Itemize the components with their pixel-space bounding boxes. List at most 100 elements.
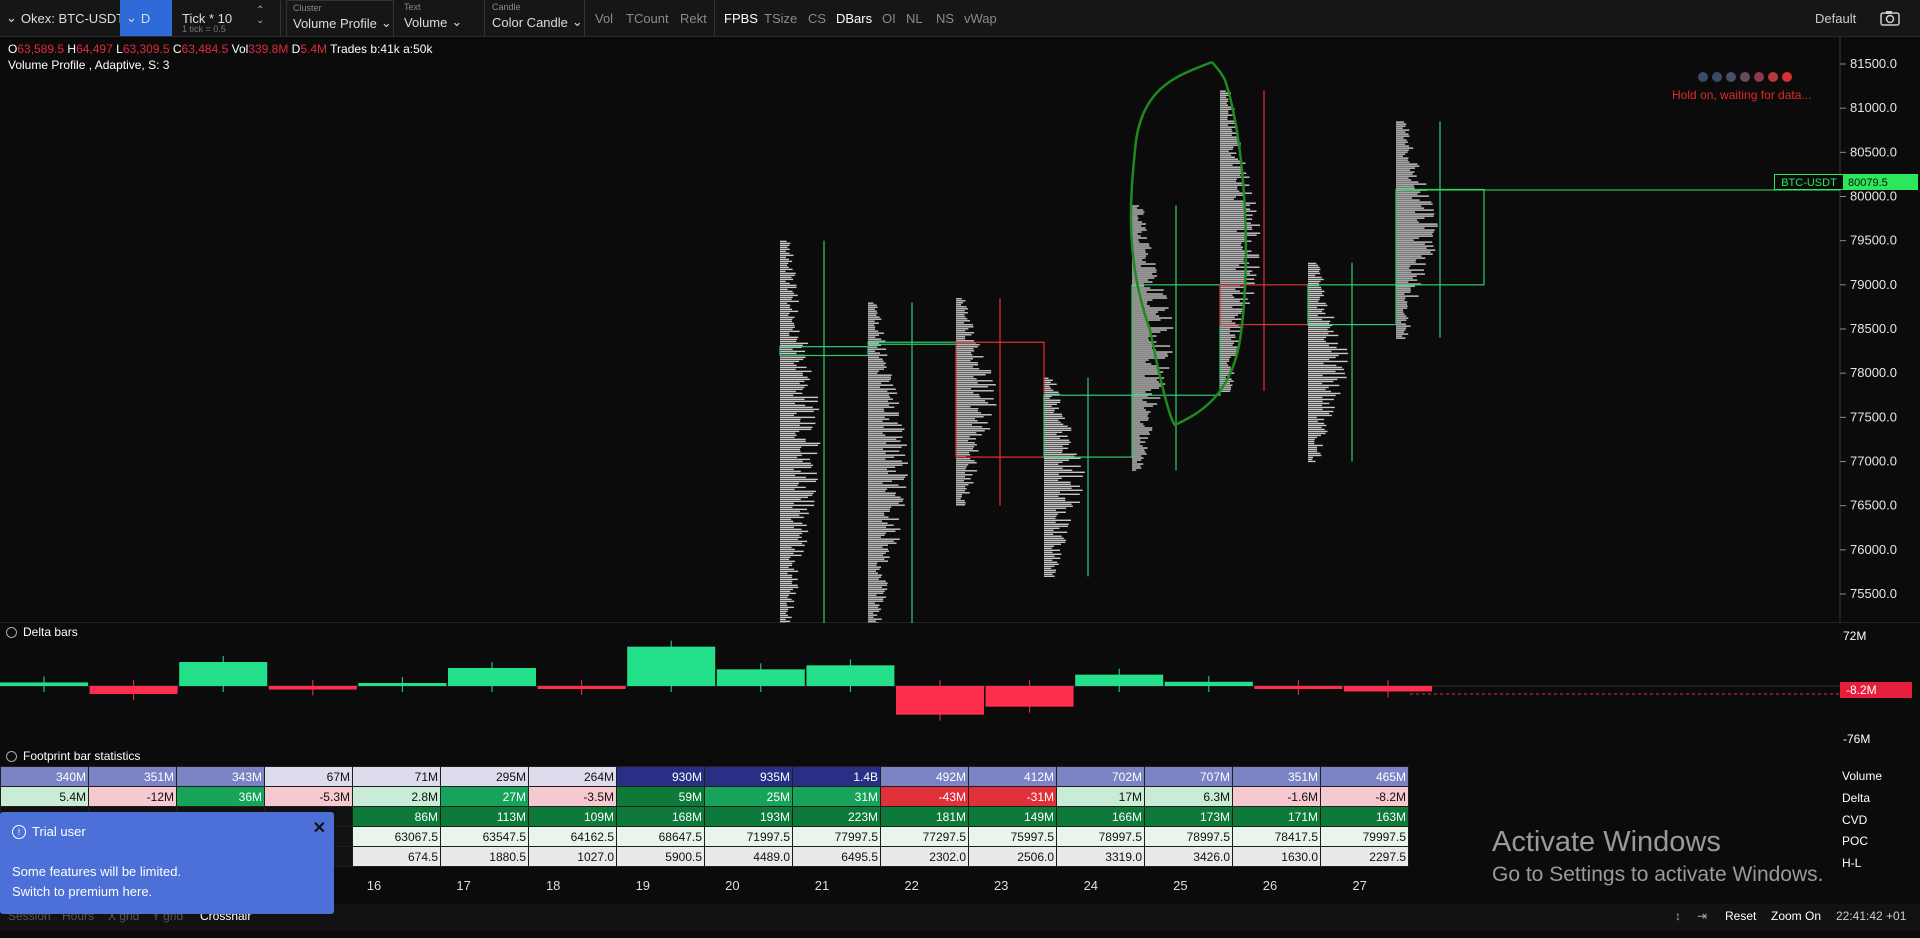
volume-profile-bar [780,598,792,601]
volume-profile-bar [1132,445,1143,447]
volume-profile-bar [780,620,791,623]
chevron-down-icon: ⌄ [380,15,392,30]
volume-profile-bar [1220,236,1245,238]
volume-profile-bar [1220,344,1233,346]
volume-profile-bar [1044,493,1080,495]
volume-profile-bar [1132,383,1166,385]
volume-profile-bar [956,390,994,392]
stats-pane-title[interactable]: Footprint bar statistics [6,749,140,763]
volume-profile-bar [956,412,982,414]
trial-line1: Some features will be limited. [12,864,182,879]
reset-button[interactable]: Reset [1725,909,1756,923]
low-label: L [116,42,123,56]
toggle-vol[interactable]: Vol [595,0,613,36]
volume-profile-bar [1308,386,1329,389]
volume-profile-bar [868,514,885,516]
volume-profile-bar [868,338,882,340]
stats-cell: 109M [528,806,617,827]
volume-profile-bar [1132,425,1145,427]
cluster-selector[interactable]: Cluster Volume Profile ⌄ [286,0,394,38]
volume-profile-bar [780,286,797,289]
volume-profile-bar [868,452,886,454]
date-label: 20 [725,878,740,893]
volume-profile-bar [1132,333,1152,335]
volume-profile-bar [1308,288,1322,291]
volume-profile-bar [1132,207,1137,209]
volume-profile-bar [1308,358,1330,361]
date-label: 17 [456,878,471,893]
volume-profile-bar [1396,237,1420,239]
volume-profile-bar [780,492,814,495]
toggle-tcount[interactable]: TCount [626,0,669,36]
volume-profile-bar [868,584,888,586]
stats-cell: 71M [352,766,441,787]
price-tag-value: 80079.5 [1848,177,1888,189]
text-selector[interactable]: Text Volume ⌄ [398,0,478,36]
toggle-nl[interactable]: NL [906,0,923,36]
volume-profile-bar [1220,176,1250,178]
volume-profile-bar [780,568,795,571]
volume-profile-bar [780,254,794,257]
volume-profile-bar [1044,539,1066,541]
volume-profile-bar [780,248,790,251]
volume-profile-bar [1308,388,1326,391]
gear-icon[interactable] [6,750,17,762]
indicator-info[interactable]: Volume Profile , Adaptive, S: 3 [8,58,169,72]
volume-profile-bar [1396,325,1411,327]
toggle-tsize[interactable]: TSize [764,0,797,36]
toggle-rekt[interactable]: Rekt [680,0,707,36]
volume-profile-bar [868,508,890,510]
toggle-dbars[interactable]: DBars [836,0,872,36]
windows-activation-watermark: Activate Windows Go to Settings to activ… [1492,826,1824,887]
trial-premium-link[interactable]: Switch to premium here. [12,884,152,899]
template-selector[interactable]: Default [1815,0,1856,36]
price-tick-label: 78000.0 [1850,365,1897,380]
volume-profile-bar [1396,165,1420,167]
volume-profile-bar [1308,312,1326,315]
candle-selector[interactable]: Candle Color Candle ⌄ [486,0,583,36]
volume-profile-bar [1220,288,1236,290]
volume-profile-bar [1044,421,1061,423]
volume-profile-bar [868,560,889,562]
zoom-toggle[interactable]: Zoom On [1771,909,1821,923]
scroll-to-end-icon[interactable]: ⇥ [1697,909,1707,923]
volume-profile-bar [868,586,882,588]
volume-profile-bar [956,490,965,492]
volume-profile-bar [956,446,975,448]
volume-profile-bar [780,550,804,553]
tick-stepper[interactable]: ⌃ ⌄ [256,0,264,36]
volume-profile-bar [868,606,879,608]
symbol-selector[interactable]: ⌄ Okex: BTC-USDT [6,0,124,36]
volume-profile-bar [1044,475,1083,477]
toggle-oi[interactable]: OI [882,0,896,36]
volume-profile-bar [1044,509,1056,511]
chevron-down-icon[interactable]: ⌄ [256,16,264,26]
volume-profile-bar [1308,438,1315,441]
volume-profile-bar [868,396,891,398]
trial-user-popup[interactable]: ! Trial user ✕ Some features will be lim… [0,812,334,914]
volume-profile-bar [868,546,883,548]
toggle-vwap[interactable]: vWap [964,0,997,36]
volume-profile-bar [956,502,966,504]
info-icon: ! [12,824,26,839]
volume-profile-bar [780,252,790,255]
period-selector[interactable]: ⌄ D [120,0,172,36]
volume-profile-bar [868,440,901,442]
volume-profile-bar [868,352,881,354]
volume-profile-bar [1308,302,1326,305]
stats-cell: 36M [176,786,265,807]
volume-profile-bar [1220,246,1244,248]
toggle-ns[interactable]: NS [936,0,954,36]
volume-profile-bar [1132,293,1163,295]
camera-icon[interactable] [1880,0,1902,36]
close-icon[interactable]: ✕ [313,818,326,838]
price-chart[interactable]: 81500.0 81000.0 80500.0 80000.0 79500.0 79000… [0,37,1920,623]
vertical-resize-icon[interactable]: ↕ [1675,909,1681,923]
volume-profile-bar [1132,463,1144,465]
toggle-fpbs[interactable]: FPBS [724,0,758,36]
volume-profile-bar [956,330,966,332]
toggle-cs[interactable]: CS [808,0,826,36]
volume-profile-bar [1132,433,1150,435]
delta-bars-chart[interactable] [0,624,1840,746]
tick-selector[interactable]: Tick * 10 1 tick = 0.5 [182,0,232,36]
